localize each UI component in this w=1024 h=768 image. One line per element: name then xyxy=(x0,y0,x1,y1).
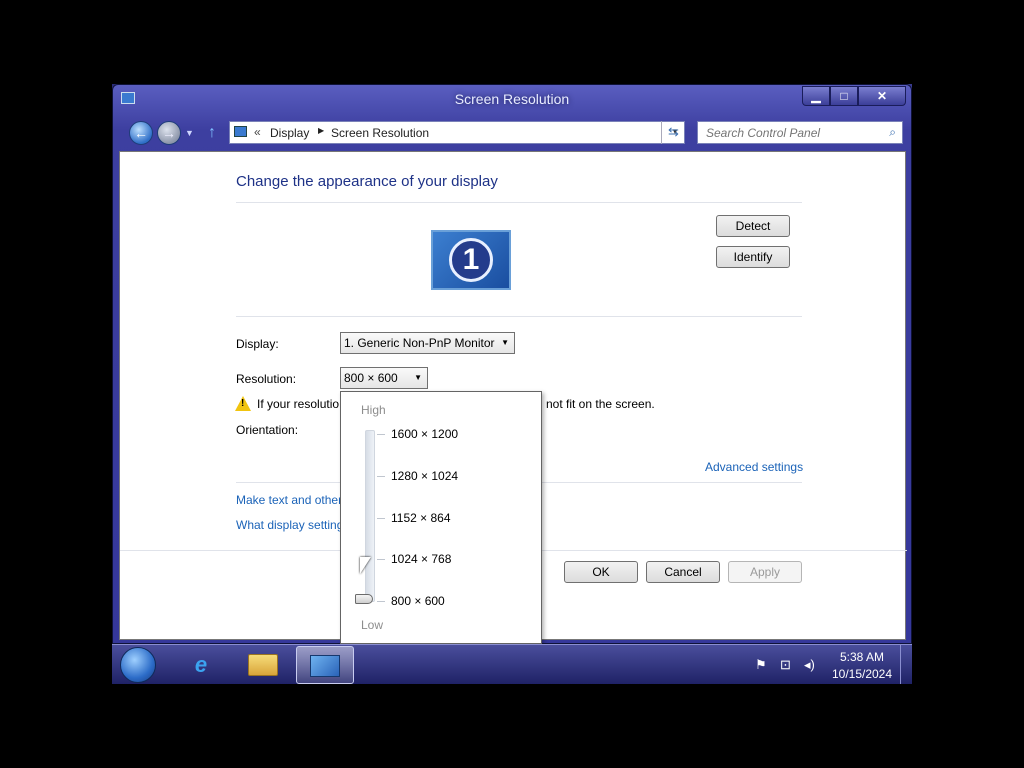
recent-pages-dropdown[interactable]: ▼ xyxy=(185,128,194,138)
windows-explorer-icon[interactable] xyxy=(234,646,292,684)
up-button[interactable]: ↑ xyxy=(208,124,216,142)
apply-button[interactable]: Apply xyxy=(728,561,802,583)
folder-icon xyxy=(248,654,278,676)
refresh-icon: ⇆ xyxy=(668,124,679,139)
navigation-bar: ← → ▼ ↑ « Display ▶ Screen Resolution ▼ … xyxy=(113,119,911,149)
action-center-flag-icon[interactable]: ⚑ xyxy=(755,657,767,673)
resolution-option[interactable]: 1280 × 1024 xyxy=(391,469,458,483)
resolution-slider-track[interactable] xyxy=(365,430,375,602)
warning-text-end: not fit on the screen. xyxy=(546,397,655,411)
mouse-pointer-icon xyxy=(360,557,371,574)
chevron-down-icon: ▼ xyxy=(501,338,509,347)
identify-button[interactable]: Identify xyxy=(716,246,790,268)
resolution-select[interactable]: 800 × 600 ▼ xyxy=(340,367,428,389)
clock-date[interactable]: 10/15/2024 xyxy=(826,667,898,681)
resolution-dropdown-popup: High 1600 × 1200 1280 × 1024 1152 × 864 … xyxy=(340,391,542,644)
network-icon[interactable]: ⊡ xyxy=(780,657,791,673)
resolution-option-selected[interactable]: 800 × 600 xyxy=(391,594,445,608)
window-title: Screen Resolution xyxy=(454,91,570,107)
resolution-option[interactable]: 1152 × 864 xyxy=(391,511,451,525)
screen-resolution-window: Screen Resolution ▁ □ ✕ ← → ▼ ↑ « Displa… xyxy=(112,84,912,644)
address-bar[interactable]: « Display ▶ Screen Resolution ▼ xyxy=(229,121,685,144)
start-button[interactable] xyxy=(120,647,156,683)
monitor-1-icon[interactable]: 1 xyxy=(431,230,511,290)
title-bar[interactable]: Screen Resolution ▁ □ ✕ xyxy=(113,85,911,115)
desktop: Screen Resolution ▁ □ ✕ ← → ▼ ↑ « Displa… xyxy=(112,84,912,684)
close-button[interactable]: ✕ xyxy=(858,86,906,106)
arrow-right-icon: → xyxy=(162,125,176,141)
breadcrumb-display[interactable]: Display xyxy=(270,126,309,140)
clock-time[interactable]: 5:38 AM xyxy=(832,650,892,664)
minimize-button[interactable]: ▁ xyxy=(802,86,830,106)
slider-tick xyxy=(377,559,385,560)
internet-explorer-icon[interactable]: e xyxy=(172,646,230,684)
search-box[interactable]: ⌕ xyxy=(697,121,903,144)
resolution-option[interactable]: 1600 × 1200 xyxy=(391,427,458,441)
display-select[interactable]: 1. Generic Non-PnP Monitor ▼ xyxy=(340,332,515,354)
slider-tick xyxy=(377,476,385,477)
cancel-button[interactable]: Cancel xyxy=(646,561,720,583)
control-panel-icon xyxy=(234,126,247,137)
display-select-value: 1. Generic Non-PnP Monitor xyxy=(344,336,495,350)
chevron-down-icon: ▼ xyxy=(414,373,422,382)
orientation-label: Orientation: xyxy=(236,423,299,437)
forward-button[interactable]: → xyxy=(157,121,181,145)
breadcrumb-screen-resolution[interactable]: Screen Resolution xyxy=(331,126,429,140)
divider xyxy=(236,202,802,203)
breadcrumb-separator-icon[interactable]: ▶ xyxy=(318,126,324,135)
resolution-label: Resolution: xyxy=(236,372,297,386)
text-size-link[interactable]: Make text and other xyxy=(236,493,342,507)
resolution-slider-thumb[interactable] xyxy=(355,594,373,604)
divider xyxy=(236,316,802,317)
display-settings-help-link[interactable]: What display setting xyxy=(236,518,343,532)
search-input[interactable] xyxy=(704,125,874,141)
arrow-left-icon: ← xyxy=(134,125,148,141)
slider-tick xyxy=(377,601,385,602)
refresh-button[interactable]: ⇆ xyxy=(661,121,685,144)
search-icon[interactable]: ⌕ xyxy=(889,125,896,140)
high-label: High xyxy=(361,403,386,417)
control-panel-window-icon xyxy=(310,655,340,677)
display-label: Display: xyxy=(236,337,279,351)
volume-icon[interactable]: ◂) xyxy=(804,657,815,673)
advanced-settings-link[interactable]: Advanced settings xyxy=(705,460,803,474)
warning-mark: ! xyxy=(241,398,245,409)
monitor-number: 1 xyxy=(449,238,493,282)
slider-tick xyxy=(377,434,385,435)
back-button[interactable]: ← xyxy=(129,121,153,145)
control-panel-icon[interactable] xyxy=(296,646,354,684)
slider-tick xyxy=(377,518,385,519)
resolution-option[interactable]: 1024 × 768 xyxy=(391,552,451,566)
low-label: Low xyxy=(361,618,384,632)
ok-button[interactable]: OK xyxy=(564,561,638,583)
resolution-select-value: 800 × 600 xyxy=(344,371,398,385)
page-heading: Change the appearance of your display xyxy=(236,173,498,190)
warning-text-start: If your resolutio xyxy=(257,397,340,411)
breadcrumb-overflow-icon[interactable]: « xyxy=(254,125,261,139)
taskbar: e ⚑ ⊡ ◂) 5:38 AM 10/15/2024 xyxy=(112,644,912,684)
show-desktop-button[interactable] xyxy=(900,645,912,684)
maximize-button[interactable]: □ xyxy=(830,86,858,106)
detect-button[interactable]: Detect xyxy=(716,215,790,237)
